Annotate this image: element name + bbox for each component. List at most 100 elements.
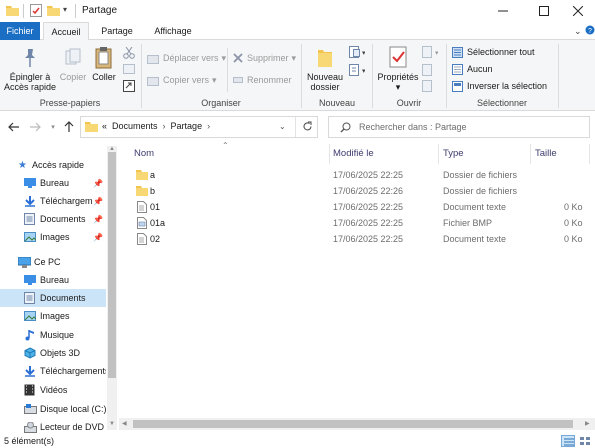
sidebar-item-pc-pictures[interactable]: Images bbox=[0, 307, 106, 325]
table-row[interactable]: 02 17/06/2025 22:25 Document texte 0 Ko bbox=[132, 231, 595, 247]
sidebar-item-pictures[interactable]: Images 📌 bbox=[0, 228, 106, 246]
delete-button[interactable]: Supprimer ▾ bbox=[233, 52, 296, 64]
file-name: a bbox=[150, 170, 156, 180]
paste-shortcut-icon[interactable] bbox=[123, 80, 135, 92]
sidebar-item-downloads[interactable]: Téléchargeme 📌 bbox=[0, 192, 106, 210]
address-bar[interactable]: « Documents › Partage › ⌄ bbox=[80, 116, 318, 138]
chevron-down-icon: ▾ bbox=[291, 53, 297, 63]
divider bbox=[295, 117, 296, 137]
scrollbar-thumb[interactable] bbox=[133, 420, 573, 428]
open-group-label: Ouvrir bbox=[396, 98, 422, 108]
title-bar: ▾ Partage bbox=[0, 0, 595, 22]
scroll-down-arrow[interactable]: ▼ bbox=[109, 421, 115, 427]
clipboard-icon bbox=[95, 46, 113, 70]
select-none-button[interactable]: Aucun bbox=[452, 63, 493, 75]
sidebar-item-music[interactable]: Musique bbox=[0, 326, 106, 344]
select-group-label: Sélectionner bbox=[476, 98, 528, 108]
sidebar-item-label: Disque local (C:) bbox=[40, 404, 106, 414]
pin-quick-access-button[interactable]: Épingler à Accès rapide bbox=[2, 46, 58, 96]
scroll-right-arrow[interactable]: ▶ bbox=[585, 420, 590, 427]
sidebar-item-pc-downloads[interactable]: Téléchargements bbox=[0, 362, 106, 380]
column-divider[interactable] bbox=[530, 144, 531, 164]
sidebar-item-documents[interactable]: Documents 📌 bbox=[0, 210, 106, 228]
table-row[interactable]: 01a 17/06/2025 22:25 Fichier BMP 0 Ko bbox=[132, 215, 595, 231]
table-row[interactable]: a 17/06/2025 22:25 Dossier de fichiers bbox=[132, 167, 595, 183]
details-view-button[interactable] bbox=[561, 435, 575, 447]
tab-file[interactable]: Fichier bbox=[0, 22, 40, 40]
sidebar-item-videos[interactable]: Vidéos bbox=[0, 381, 106, 399]
close-button[interactable] bbox=[558, 0, 595, 22]
copy-button[interactable]: Copier bbox=[58, 46, 88, 96]
refresh-icon[interactable] bbox=[302, 121, 313, 132]
select-none-icon bbox=[452, 63, 463, 75]
copy-to-button[interactable]: Copier vers ▾ bbox=[147, 74, 217, 86]
sidebar-item-pc-desktop[interactable]: Bureau bbox=[0, 271, 106, 289]
column-header-name[interactable]: Nom bbox=[134, 142, 329, 164]
sidebar-item-label: Ce PC bbox=[34, 257, 61, 267]
properties-quick-icon[interactable] bbox=[30, 4, 42, 17]
move-to-button[interactable]: Déplacer vers ▾ bbox=[147, 52, 226, 64]
sidebar-item-quick-access[interactable]: ★ Accès rapide bbox=[0, 156, 106, 174]
breadcrumb-item[interactable]: Documents bbox=[112, 121, 158, 131]
open-icon[interactable]: ▾ bbox=[422, 46, 438, 58]
sidebar-item-pc-documents[interactable]: Documents bbox=[0, 289, 106, 307]
sidebar-item-desktop[interactable]: Bureau 📌 bbox=[0, 174, 106, 192]
minimize-button[interactable] bbox=[483, 0, 523, 22]
download-icon bbox=[24, 195, 36, 207]
select-all-label: Sélectionner tout bbox=[467, 47, 535, 57]
chevron-right-icon[interactable]: › bbox=[207, 121, 210, 131]
column-header-modified[interactable]: Modifié le bbox=[333, 142, 438, 164]
status-bar: 5 élément(s) bbox=[0, 434, 595, 448]
chevron-down-icon[interactable]: ⌄ bbox=[574, 26, 582, 37]
file-modified: 17/06/2025 22:25 bbox=[333, 170, 404, 180]
breadcrumb-item[interactable]: Partage bbox=[171, 121, 203, 131]
folder-icon bbox=[136, 185, 148, 196]
new-folder-quick-icon[interactable] bbox=[47, 5, 60, 16]
column-header-size[interactable]: Taille bbox=[535, 142, 590, 164]
chevron-down-icon: ▾ bbox=[221, 53, 227, 63]
back-button[interactable] bbox=[5, 119, 23, 135]
customize-toolbar-dropdown[interactable]: ▾ bbox=[63, 5, 67, 14]
new-group-label: Nouveau bbox=[318, 98, 356, 108]
sidebar-item-3d-objects[interactable]: Objets 3D bbox=[0, 344, 106, 362]
address-dropdown-icon[interactable]: ⌄ bbox=[279, 122, 286, 131]
scrollbar-thumb[interactable] bbox=[108, 152, 116, 378]
forward-button[interactable] bbox=[26, 119, 44, 135]
breadcrumb-overflow[interactable]: « bbox=[102, 121, 107, 131]
invert-selection-button[interactable]: Inverser la sélection bbox=[452, 80, 547, 92]
pictures-icon bbox=[24, 232, 36, 242]
new-item-icon[interactable]: ▾ bbox=[349, 46, 365, 58]
help-icon[interactable]: ? bbox=[585, 25, 595, 35]
properties-button[interactable]: Propriétés ▾ bbox=[376, 46, 420, 96]
paste-button[interactable]: Coller bbox=[89, 46, 119, 96]
sidebar-item-local-disk[interactable]: Disque local (C:) bbox=[0, 400, 106, 418]
up-button[interactable] bbox=[60, 119, 78, 135]
divider bbox=[558, 44, 559, 108]
table-row[interactable]: b 17/06/2025 22:26 Dossier de fichiers bbox=[132, 183, 595, 199]
cube-icon bbox=[24, 347, 36, 359]
column-divider[interactable] bbox=[589, 144, 590, 164]
column-divider[interactable] bbox=[329, 144, 330, 164]
easy-access-icon[interactable]: ▾ bbox=[349, 64, 365, 76]
history-icon[interactable] bbox=[422, 80, 434, 92]
search-box[interactable]: Rechercher dans : Partage bbox=[328, 116, 590, 138]
tab-home[interactable]: Accueil bbox=[43, 22, 89, 41]
select-all-button[interactable]: Sélectionner tout bbox=[452, 46, 535, 58]
large-icons-view-button[interactable] bbox=[578, 435, 592, 447]
new-folder-button[interactable]: Nouveau dossier bbox=[304, 46, 346, 96]
sidebar-item-this-pc[interactable]: Ce PC bbox=[0, 253, 106, 271]
chevron-right-icon[interactable]: › bbox=[163, 121, 166, 131]
column-header-type[interactable]: Type bbox=[443, 142, 528, 164]
copy-path-icon[interactable] bbox=[123, 64, 135, 74]
file-list-scrollbar[interactable]: ◀ ▶ bbox=[119, 418, 595, 430]
table-row[interactable]: 01 17/06/2025 22:25 Document texte 0 Ko bbox=[132, 199, 595, 215]
file-name: 01 bbox=[150, 202, 161, 212]
cut-icon[interactable] bbox=[123, 47, 135, 59]
tab-share[interactable]: Partage bbox=[93, 22, 141, 40]
edit-icon[interactable] bbox=[422, 64, 434, 76]
scroll-left-arrow[interactable]: ◀ bbox=[122, 420, 127, 427]
column-divider[interactable] bbox=[438, 144, 439, 164]
tab-view[interactable]: Affichage bbox=[146, 22, 200, 40]
select-none-label: Aucun bbox=[467, 64, 493, 74]
rename-button[interactable]: Renommer bbox=[233, 74, 292, 86]
